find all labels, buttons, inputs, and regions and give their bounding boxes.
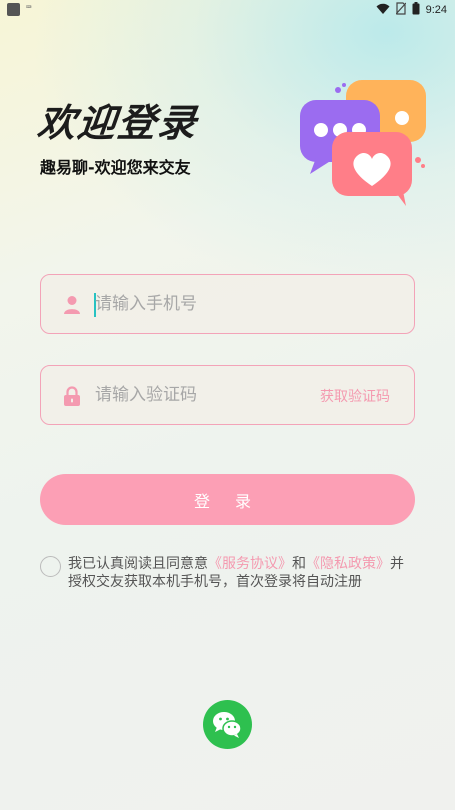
wechat-icon: [213, 712, 242, 738]
get-code-button[interactable]: 获取验证码: [320, 386, 390, 406]
no-sim-icon: [395, 2, 407, 18]
verification-code-field[interactable]: 获取验证码: [40, 365, 415, 425]
keyboard-indicator: ⌨: [26, 3, 32, 13]
page-title: 欢迎登录: [35, 101, 200, 145]
app-icon: [7, 3, 20, 16]
status-bar: ⌨ 9:24: [0, 0, 455, 20]
agreement-checkbox[interactable]: [40, 556, 61, 577]
agreement-conjunction: 和: [292, 556, 306, 572]
status-time: 9:24: [425, 4, 447, 16]
privacy-policy-link[interactable]: 《隐私政策》: [306, 556, 390, 572]
agreement-text: 我已认真阅读且同意意《服务协议》和《隐私政策》并授权交友获取本机手机号，首次登录…: [68, 555, 413, 591]
wechat-login-button[interactable]: [203, 700, 252, 749]
lock-icon: [63, 386, 81, 406]
chat-bubbles-heart-illustration: [294, 78, 434, 208]
login-button[interactable]: 登 录: [40, 474, 415, 525]
phone-input[interactable]: [95, 275, 335, 333]
phone-field[interactable]: [40, 274, 415, 334]
verification-code-input[interactable]: [95, 366, 335, 424]
service-agreement-link[interactable]: 《服务协议》: [208, 556, 292, 572]
user-icon: [63, 295, 81, 315]
page-subtitle: 趣易聊-欢迎您来交友: [40, 158, 191, 177]
agreement-prefix: 我已认真阅读且同意意: [68, 556, 208, 572]
wifi-icon: [376, 3, 390, 18]
battery-icon: [412, 2, 420, 18]
